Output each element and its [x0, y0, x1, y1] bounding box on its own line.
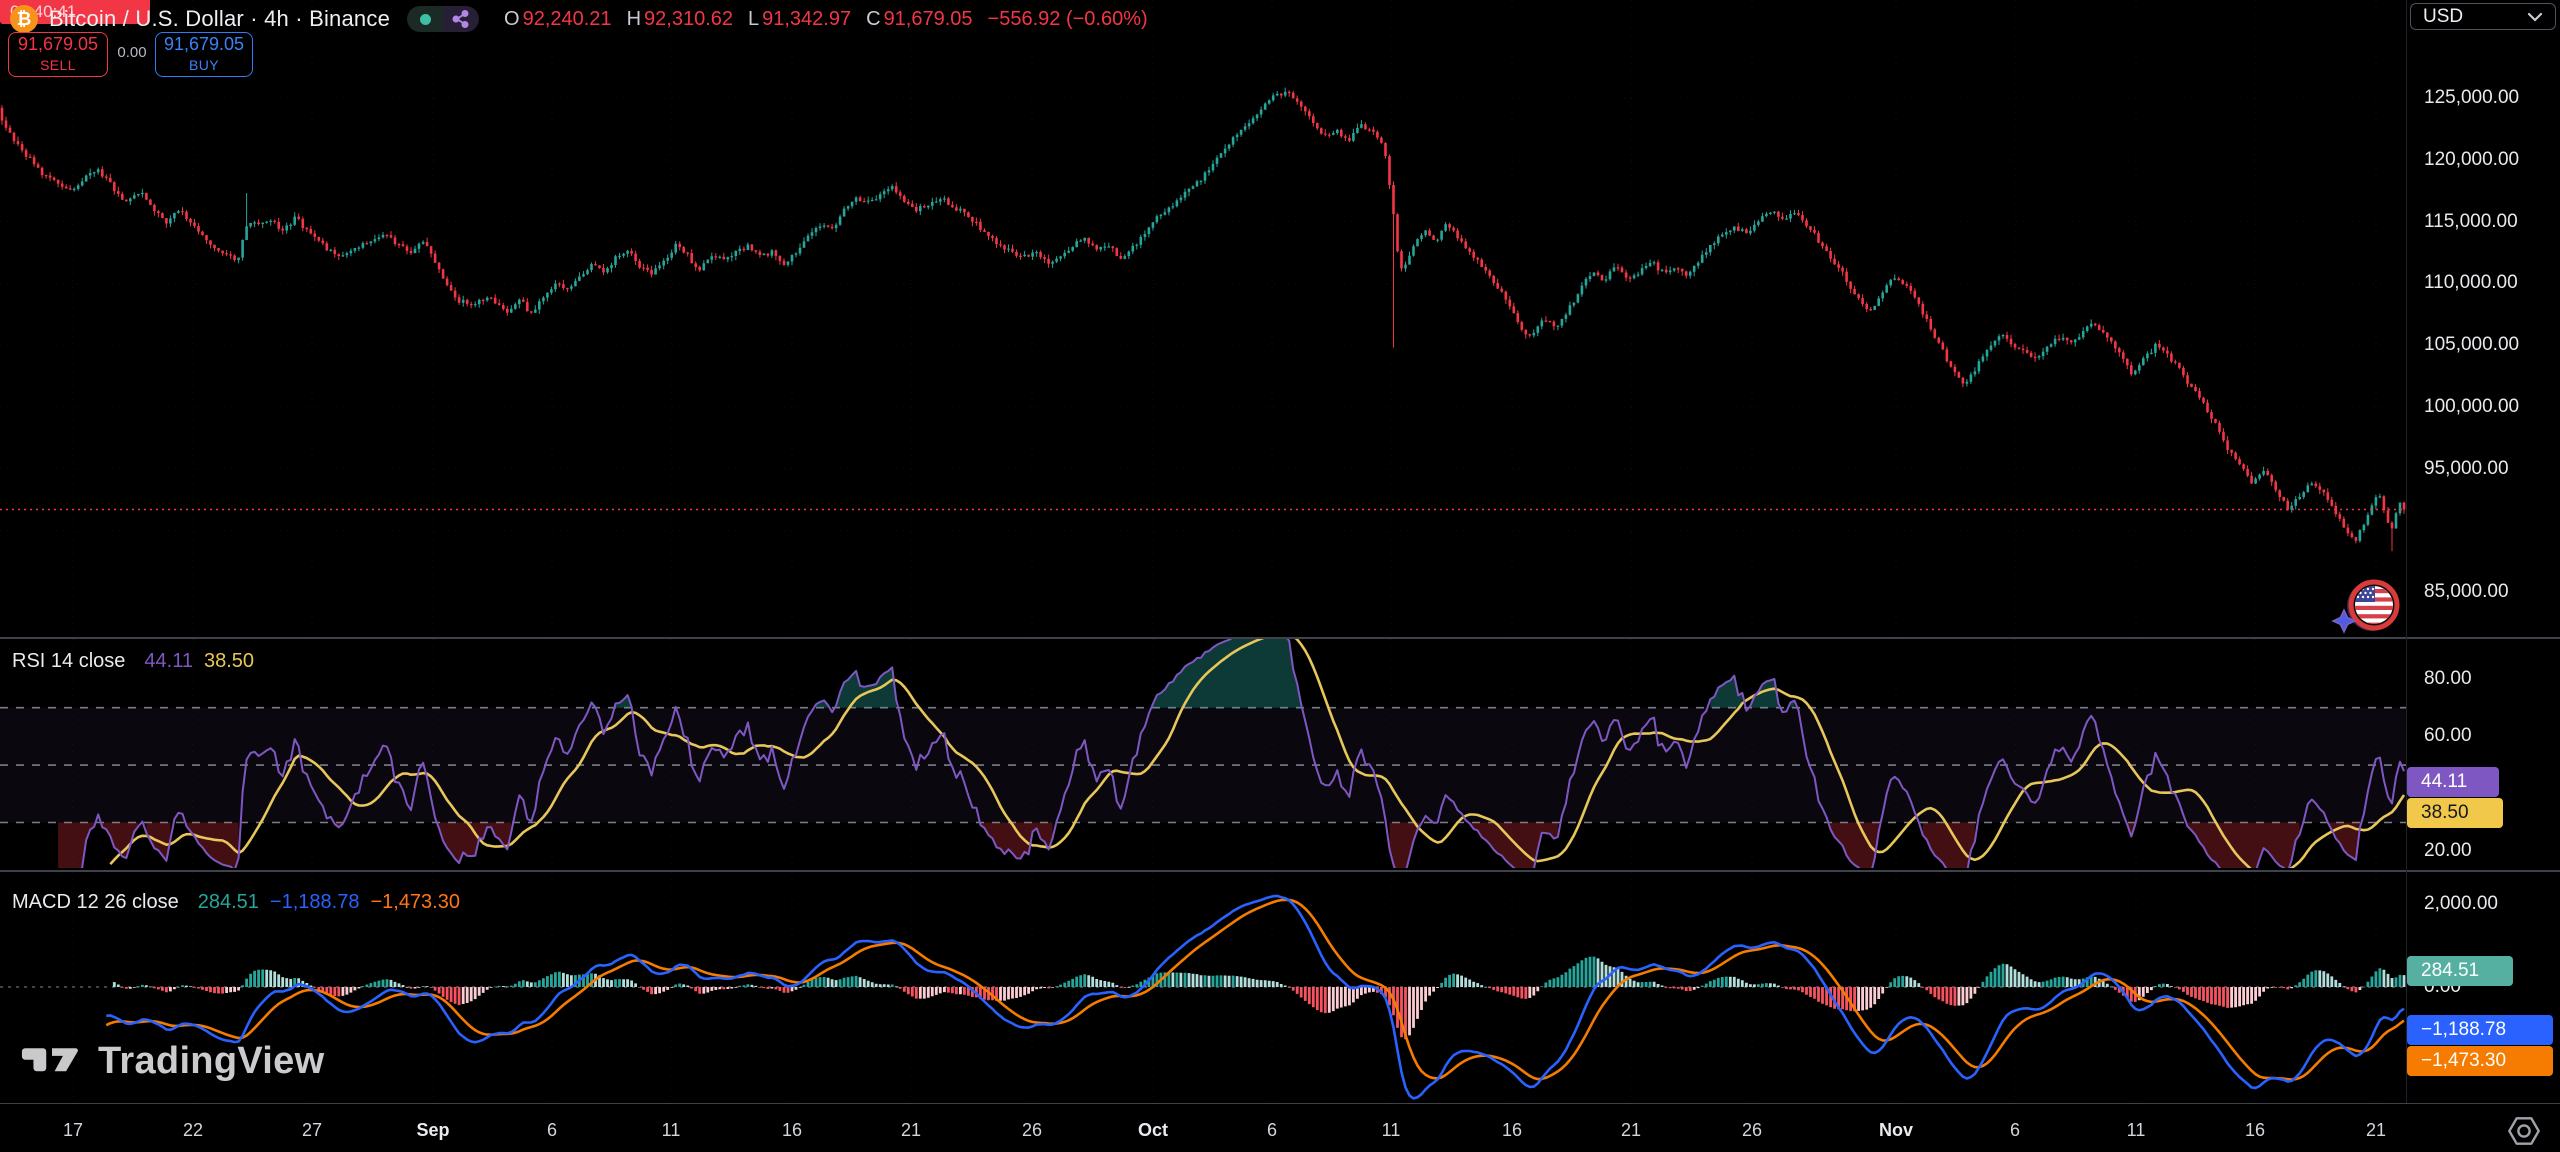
price-axis-label: 120,000.00 — [2406, 149, 2560, 171]
sell-price: 91,679.05 — [18, 35, 98, 55]
time-tick: 26 — [1022, 1120, 1042, 1141]
currency-selector-value: USD — [2423, 6, 2463, 28]
price-axis-label: 85,000.00 — [2406, 581, 2560, 603]
time-tick: 11 — [2127, 1120, 2146, 1141]
time-axis-settings-button[interactable] — [2508, 1115, 2540, 1152]
price-axis-label: 125,000.00 — [2406, 87, 2560, 109]
spread-value: 0.00 — [112, 44, 152, 61]
open-label: O — [504, 8, 520, 31]
time-tick: 11 — [1382, 1120, 1401, 1141]
main-chart[interactable] — [0, 0, 2560, 1152]
macd-legend[interactable]: MACD 12 26 close 284.51 −1,188.78 −1,473… — [12, 891, 460, 914]
time-tick: 21 — [1621, 1120, 1641, 1141]
rsi-line-value: 44.11 — [144, 650, 193, 673]
time-tick: 11 — [662, 1120, 681, 1141]
low-label: L — [748, 8, 759, 31]
market-open-indicator — [407, 6, 443, 32]
rsi-axis-label: 60.00 — [2406, 725, 2560, 747]
rsi-axis-label: 20.00 — [2406, 840, 2560, 862]
tradingview-logo-icon — [20, 1036, 84, 1086]
symbol-header: ₿ Bitcoin / U.S. Dollar · 4h · Binance O… — [10, 4, 1148, 34]
price-axis-label: 95,000.00 — [2406, 458, 2560, 480]
time-tick: 6 — [2010, 1120, 2020, 1141]
price-axis-label: 110,000.00 — [2406, 272, 2560, 294]
low-value: 91,342.97 — [762, 8, 851, 31]
rsi-ma-tag: 38.50 — [2407, 798, 2503, 828]
price-axis-label: 105,000.00 — [2406, 334, 2560, 356]
macd-hist-value: 284.51 — [198, 891, 259, 914]
open-value: 92,240.21 — [523, 8, 612, 31]
share-icon — [451, 9, 471, 29]
market-status-pill[interactable] — [407, 6, 479, 32]
sell-button[interactable]: 91,679.05 SELL — [8, 32, 108, 77]
buy-label: BUY — [189, 58, 219, 73]
rsi-title: RSI 14 close — [12, 650, 125, 673]
rsi-line-tag: 44.11 — [2407, 767, 2499, 797]
macd-axis-label: 2,000.00 — [2406, 893, 2560, 915]
high-label: H — [627, 8, 641, 31]
chevron-down-icon — [2527, 12, 2543, 22]
macd-signal-value: −1,473.30 — [370, 891, 460, 914]
price-axis-label: 100,000.00 — [2406, 396, 2560, 418]
time-tick: 27 — [302, 1120, 322, 1141]
time-tick: 16 — [2245, 1120, 2265, 1141]
close-label: C — [866, 8, 880, 31]
macd-hist-tag: 284.51 — [2407, 956, 2513, 986]
ohlc-readout: O92,240.21 H92,310.62 L91,342.97 C91,679… — [504, 8, 1148, 31]
macd-signal-tag: −1,473.30 — [2407, 1046, 2553, 1076]
close-value: 91,679.05 — [884, 8, 973, 31]
time-tick: 26 — [1742, 1120, 1762, 1141]
time-tick-month: Oct — [1138, 1120, 1168, 1141]
high-value: 92,310.62 — [644, 8, 733, 31]
tradingview-logo-text: TradingView — [98, 1040, 324, 1083]
market-status-dot-icon — [420, 14, 431, 25]
buy-price: 91,679.05 — [164, 35, 244, 55]
time-tick: 22 — [183, 1120, 203, 1141]
share-segment[interactable] — [443, 6, 479, 32]
rsi-macd-separator[interactable] — [0, 870, 2560, 872]
time-tick: 6 — [1267, 1120, 1277, 1141]
us-flag-sticker-icon[interactable] — [2330, 576, 2412, 643]
sell-label: SELL — [40, 58, 76, 73]
bitcoin-logo-icon: ₿ — [10, 5, 38, 33]
time-tick: 21 — [2366, 1120, 2386, 1141]
buy-button[interactable]: 91,679.05 BUY — [155, 32, 253, 77]
tradingview-chart-window: ₿ Bitcoin / U.S. Dollar · 4h · Binance O… — [0, 0, 2560, 1152]
time-tick-month: Sep — [416, 1120, 449, 1141]
symbol-title[interactable]: Bitcoin / U.S. Dollar · 4h · Binance — [49, 6, 390, 32]
time-tick: 21 — [901, 1120, 921, 1141]
time-tick-month: Nov — [1879, 1120, 1913, 1141]
tradingview-logo[interactable]: TradingView — [20, 1036, 324, 1086]
time-tick: 17 — [63, 1120, 83, 1141]
time-tick: 16 — [1502, 1120, 1522, 1141]
rsi-legend[interactable]: RSI 14 close 44.11 38.50 — [12, 650, 254, 673]
macd-line-value: −1,188.78 — [270, 891, 360, 914]
time-axis[interactable] — [0, 1104, 2560, 1152]
rsi-axis-label: 80.00 — [2406, 668, 2560, 690]
gear-icon — [2508, 1115, 2540, 1147]
change-value: −556.92 (−0.60%) — [988, 8, 1148, 31]
macd-line-tag: −1,188.78 — [2407, 1015, 2553, 1045]
rsi-ma-value: 38.50 — [204, 650, 254, 673]
time-tick: 6 — [547, 1120, 557, 1141]
main-rsi-separator[interactable] — [0, 637, 2560, 639]
price-axis-label: 115,000.00 — [2406, 211, 2560, 233]
currency-selector[interactable]: USD — [2410, 3, 2556, 30]
time-tick: 16 — [782, 1120, 802, 1141]
macd-title: MACD 12 26 close — [12, 891, 179, 914]
